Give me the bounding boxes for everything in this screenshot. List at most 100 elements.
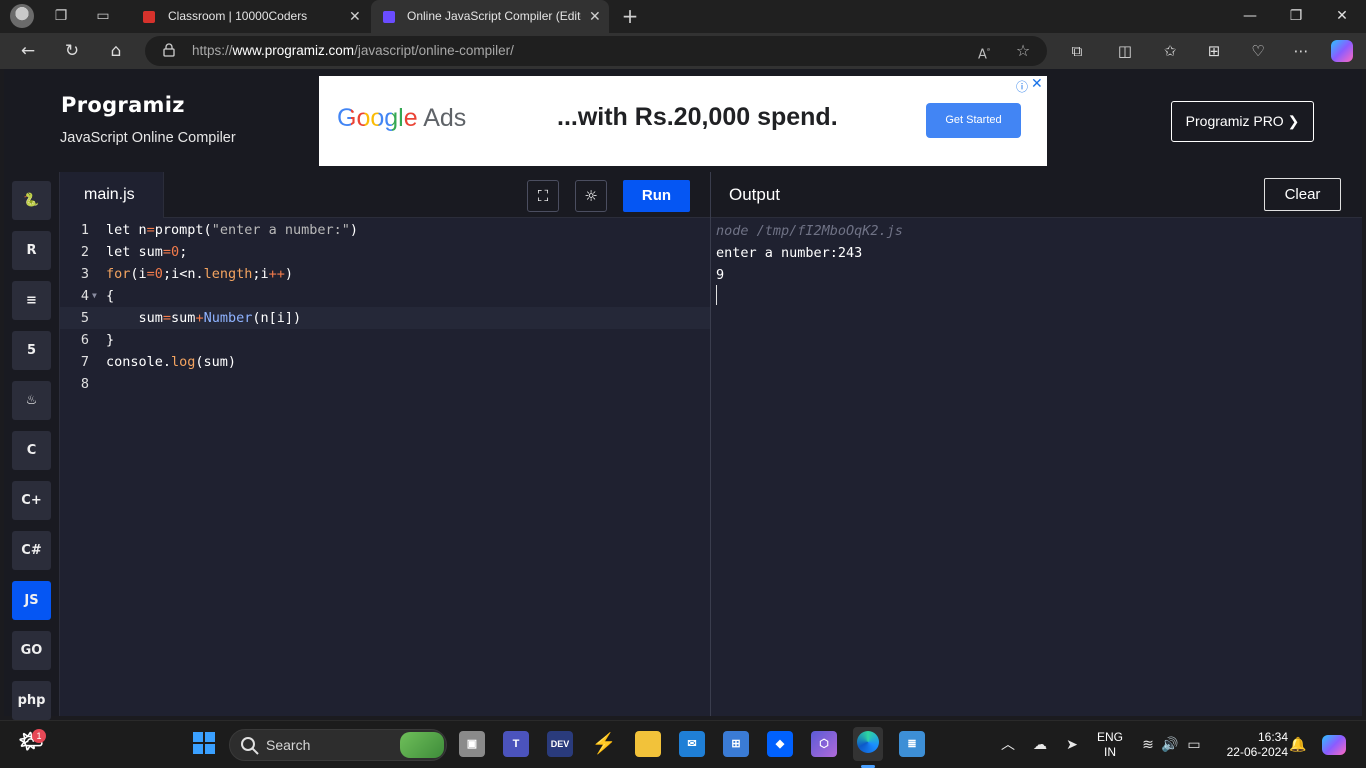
code-line[interactable]: 3 for(i=0;i<n.length;i++)	[60, 263, 710, 285]
tab-classroom[interactable]: Classroom | 10000Coders ✕	[133, 0, 370, 33]
language-button-python-lang[interactable]: 🐍	[12, 181, 51, 220]
dev-home-icon[interactable]: DEV	[547, 731, 573, 757]
copilot-tray-icon[interactable]	[1322, 735, 1346, 755]
teams-icon[interactable]: T	[503, 731, 529, 757]
line-number: 2	[80, 244, 89, 260]
code-line[interactable]: 5 sum=sum+Number(n[i])	[60, 307, 710, 329]
line-number: 5	[80, 310, 89, 326]
lock-icon	[163, 43, 175, 57]
language-button-cpp-lang[interactable]: C+	[12, 481, 51, 520]
favorites-icon[interactable]: ✩	[1158, 39, 1182, 63]
language-button-csharp-lang[interactable]: C#	[12, 531, 51, 570]
language-button-sql-lang[interactable]: ≡	[12, 281, 51, 320]
code-text: for(i=0;i<n.length;i++)	[106, 266, 294, 282]
address-bar[interactable]: https://www.programiz.com/javascript/onl…	[145, 36, 1047, 66]
volume-icon[interactable]: 🔊	[1160, 735, 1180, 755]
programiz-logo[interactable]: Programiz	[61, 93, 185, 117]
output-header: Output Clear	[711, 172, 1362, 218]
language-button-r-lang[interactable]: R	[12, 231, 51, 270]
browser-essentials-icon[interactable]: ♡	[1246, 39, 1270, 63]
copilot-icon[interactable]	[1331, 40, 1353, 62]
window-close-icon[interactable]: ✕	[1319, 0, 1365, 33]
url-text[interactable]: https://www.programiz.com/javascript/onl…	[192, 36, 514, 66]
language-button-c-lang[interactable]: C	[12, 431, 51, 470]
notepad-icon[interactable]: ≣	[899, 731, 925, 757]
language-button-java-lang[interactable]: ♨	[12, 381, 51, 420]
favorite-star-icon[interactable]: ☆	[1014, 42, 1032, 60]
file-tab-main-js[interactable]: main.js	[60, 172, 164, 218]
output-command-line: node /tmp/fI2MboOqK2.js	[716, 223, 903, 239]
code-line[interactable]: 1 let n=prompt("enter a number:")	[60, 219, 710, 241]
search-placeholder: Search	[266, 737, 311, 753]
code-line[interactable]: 2 let sum=0;	[60, 241, 710, 263]
language-button-js-lang[interactable]: JS	[12, 581, 51, 620]
start-icon[interactable]	[191, 731, 217, 757]
task-view-icon[interactable]: ▣	[459, 731, 485, 757]
mail-icon[interactable]: ✉	[679, 731, 705, 757]
programiz-pro-button[interactable]: Programiz PRO ❯	[1171, 101, 1314, 142]
tab-label: Online JavaScript Compiler (Edito	[407, 9, 581, 23]
show-hidden-icons-icon[interactable]: ︿	[998, 735, 1018, 755]
workspaces-icon[interactable]: ❐	[52, 7, 70, 25]
read-aloud-icon[interactable]: Aᵃ	[975, 42, 993, 62]
location-icon[interactable]: ➤	[1062, 735, 1082, 755]
ad-close-icon[interactable]: ✕	[1031, 76, 1043, 92]
language-button-php-lang[interactable]: php	[12, 681, 51, 720]
tab-online-compiler[interactable]: Online JavaScript Compiler (Edito ✕	[371, 0, 609, 33]
split-screen-icon[interactable]: ◫	[1113, 39, 1137, 63]
output-console[interactable]: node /tmp/fI2MboOqK2.js enter a number:2…	[711, 218, 1362, 716]
back-icon[interactable]: ←	[16, 39, 40, 63]
code-line[interactable]: 7 console.log(sum)	[60, 351, 710, 373]
wifi-icon[interactable]: ≋	[1138, 735, 1158, 755]
minimize-icon[interactable]: —	[1227, 0, 1273, 33]
dropbox-icon[interactable]: ◆	[767, 731, 793, 757]
ad-tagline: ...with Rs.20,000 spend.	[557, 103, 838, 131]
profile-avatar[interactable]	[10, 4, 34, 28]
clear-button[interactable]: Clear	[1264, 178, 1341, 211]
language-button-html-lang[interactable]: 5	[12, 331, 51, 370]
code-line[interactable]: 8	[60, 373, 710, 395]
windows-taskbar: 🌤 1 Search ▣ T DEV ⚡ ✉ ⊞ ◆ ⬡ ≣ ︿ ☁ ➤ ENG…	[0, 720, 1366, 768]
new-tab-icon[interactable]: +	[621, 6, 639, 26]
restore-icon[interactable]: ❐	[1273, 0, 1319, 33]
microsoft-store-icon[interactable]: ⊞	[723, 731, 749, 757]
code-text: let n=prompt("enter a number:")	[106, 222, 358, 238]
edge-browser-icon[interactable]	[853, 727, 883, 761]
output-line: enter a number:243	[716, 245, 863, 261]
home-icon[interactable]: ⌂	[104, 39, 128, 63]
tab-actions-icon[interactable]: ▭	[94, 7, 112, 25]
ad-get-started-button[interactable]: Get Started	[926, 103, 1021, 138]
onedrive-icon[interactable]: ☁	[1030, 735, 1050, 755]
run-button[interactable]: Run	[623, 180, 690, 212]
taskbar-search[interactable]: Search	[229, 729, 447, 761]
theme-toggle-icon[interactable]: ☼	[575, 180, 607, 212]
code-text: {	[106, 288, 115, 304]
code-line[interactable]: 6}	[60, 329, 710, 351]
fold-arrow-icon[interactable]: ▼	[92, 285, 97, 307]
page-subtitle: JavaScript Online Compiler	[60, 130, 236, 146]
site-header: Programiz JavaScript Online Compiler Goo…	[4, 69, 1362, 172]
browser-tab-strip: ❐ ▭ Classroom | 10000Coders ✕ Online Jav…	[0, 0, 1366, 33]
code-editor[interactable]: 1 let n=prompt("enter a number:") 2 let sum…	[60, 218, 710, 716]
fullscreen-icon[interactable]: ⛶	[527, 180, 559, 212]
google-ads-banner[interactable]: Google Ads ...with Rs.20,000 spend. Get …	[319, 76, 1047, 166]
refresh-icon[interactable]: ↻	[60, 39, 84, 63]
input-language[interactable]: ENG IN	[1093, 730, 1127, 760]
collections-icon[interactable]: ⊞	[1202, 39, 1226, 63]
visual-studio-code-icon[interactable]: ⚡	[591, 731, 617, 757]
close-tab-icon[interactable]: ✕	[589, 0, 601, 33]
more-icon[interactable]: ⋯	[1289, 39, 1313, 63]
notifications-bell-icon[interactable]: 🔔	[1288, 735, 1308, 755]
ad-info-icon[interactable]: ⓘ	[1016, 78, 1028, 95]
line-number: 8	[80, 376, 89, 392]
file-explorer-icon[interactable]	[635, 731, 661, 757]
line-number: 3	[80, 266, 89, 282]
copilot-app-icon[interactable]: ⬡	[811, 731, 837, 757]
clock[interactable]: 16:34 22-06-2024	[1218, 730, 1288, 760]
google-ads-logo: Google Ads	[337, 104, 467, 132]
language-button-go-lang[interactable]: GO	[12, 631, 51, 670]
extensions-icon[interactable]: ⧉	[1065, 39, 1089, 63]
close-tab-icon[interactable]: ✕	[349, 0, 361, 33]
code-line[interactable]: 4 ▼ {	[60, 285, 710, 307]
battery-icon[interactable]: ▭	[1184, 735, 1204, 755]
